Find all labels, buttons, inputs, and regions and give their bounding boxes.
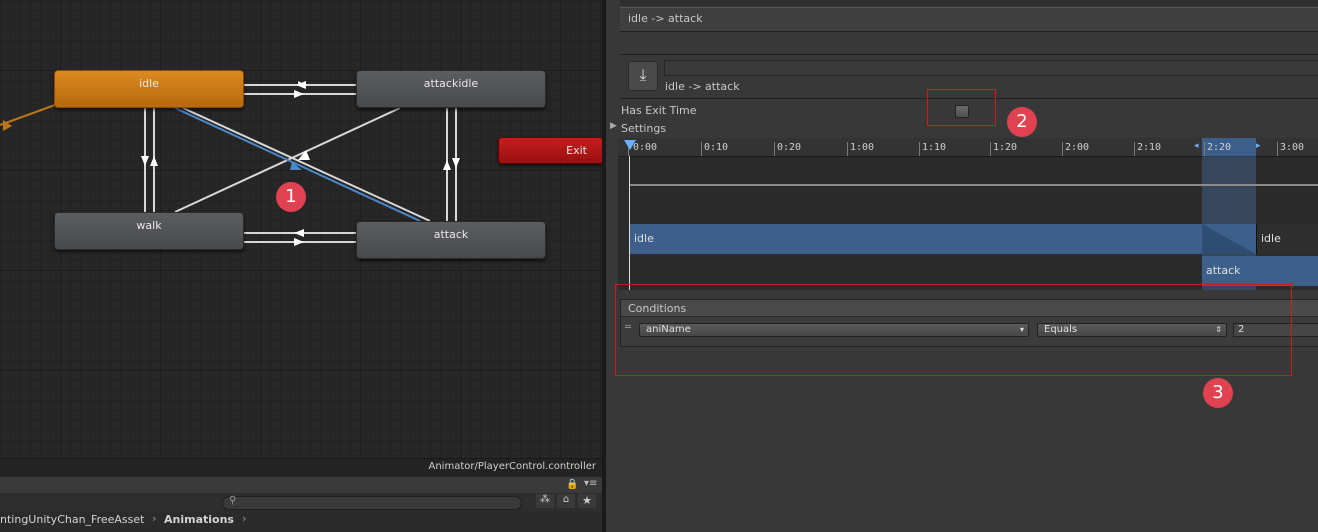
blend-curve-line [630,184,1318,186]
filter-by-label-icon[interactable]: ⌂ [557,494,575,508]
breadcrumb-current[interactable]: Animations [164,513,234,526]
annotation-marker-1: 1 [276,182,306,212]
state-walk[interactable]: walk [54,212,244,250]
tick-label: 0:00 [633,142,658,153]
state-attack-label: attack [433,228,469,241]
state-attackidle-label: attackidle [423,77,479,90]
tick-label: 1:20 [993,142,1018,153]
state-idle-label: idle [139,77,159,90]
state-exit-label: Exit [566,144,587,157]
has-exit-time-label: Has Exit Time [621,104,697,117]
next-state-bar: idle [1256,224,1318,254]
transition-list-item-label: idle -> attack [628,12,703,25]
annotation-marker-1-label: 1 [285,186,297,207]
playhead-icon[interactable] [624,140,636,150]
transition-title: idle -> attack [665,80,740,93]
source-state-bar[interactable]: idle [630,224,1256,254]
tick-label: 1:00 [850,142,875,153]
transition-end-handle-icon[interactable]: ▸ [1256,141,1261,151]
controller-path: Animator/PlayerControl.controller [428,461,597,472]
tick-label: 0:20 [777,142,802,153]
transition-list-item[interactable]: idle -> attack [620,7,1318,32]
breadcrumb-separator-icon: › [242,512,247,525]
playhead-line [629,156,630,290]
source-state-label: idle [634,232,654,245]
state-attack[interactable]: attack [356,221,546,259]
project-breadcrumb: ntingUnityChan_FreeAsset › Animations › [0,511,602,532]
state-idle[interactable]: idle [54,70,244,108]
annotation-marker-3: 3 [1203,378,1233,408]
transition-timeline[interactable]: 0:00 0:10 0:20 1:00 1:10 1:20 2:00 2:10 … [618,138,1318,290]
timeline-ruler[interactable]: 0:00 0:10 0:20 1:00 1:10 1:20 2:00 2:10 … [618,138,1318,157]
settings-foldout-label[interactable]: Settings [621,122,666,135]
destination-state-bar[interactable]: attack [1202,256,1318,286]
search-icon: ⚲ [229,495,237,506]
filter-by-type-icon[interactable]: ⁂ [536,494,554,508]
annotation-marker-2-label: 2 [1016,111,1028,132]
separator [620,54,1318,55]
tick-label: 3:00 [1280,142,1305,153]
tick-label: 2:20 [1207,142,1232,153]
tick-label: 1:10 [922,142,947,153]
lock-icon[interactable]: 🔒 [566,479,578,490]
state-exit[interactable]: Exit [498,137,602,164]
source-fade-out [1202,224,1256,254]
next-state-label: idle [1261,232,1281,245]
project-search-input[interactable]: ⚲ [222,495,522,510]
tick-label: 0:10 [704,142,729,153]
animator-graph[interactable]: idle attackidle walk attack Exit 1 [0,0,602,458]
tick-label: 2:10 [1137,142,1162,153]
entry-transition [0,104,56,126]
transition-icon: ⤓ [628,61,658,91]
state-attackidle[interactable]: attackidle [356,70,546,108]
transition-start-handle-icon[interactable]: ◂ [1194,141,1199,151]
annotation-marker-2: 2 [1007,107,1037,137]
annotation-box-2 [927,89,996,126]
breadcrumb-separator-icon: › [152,512,157,525]
menu-icon[interactable]: ▾≡ [584,478,597,489]
transition-name-field[interactable] [664,60,1318,76]
breadcrumb-parent[interactable]: ntingUnityChan_FreeAsset [0,513,144,526]
graph-path-bar: Animator/PlayerControl.controller [0,458,602,477]
favorite-star-icon[interactable]: ★ [578,494,596,508]
tick-label: 2:00 [1065,142,1090,153]
settings-foldout-icon[interactable]: ▶ [610,121,617,131]
state-walk-label: walk [136,219,162,232]
annotation-marker-3-label: 3 [1212,382,1224,403]
project-toolbar: 🔒 ▾≡ [0,477,602,493]
transition-list-header [620,0,1318,6]
annotation-box-3 [615,284,1292,376]
destination-state-label: attack [1206,264,1241,277]
